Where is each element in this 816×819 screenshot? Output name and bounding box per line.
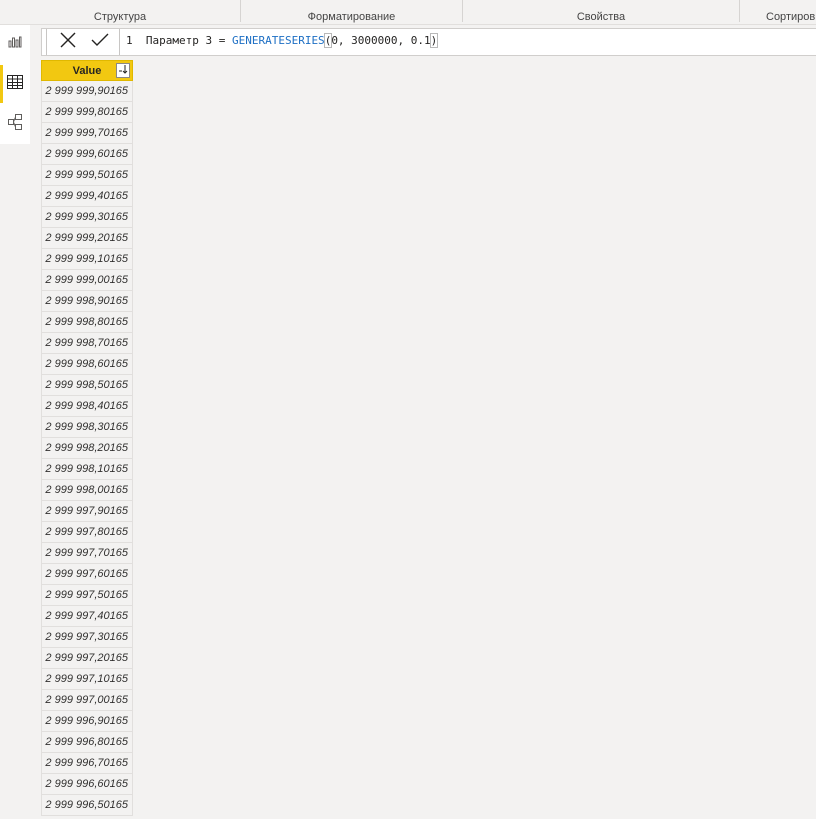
table-cell[interactable]: 2 999 996,70165 [41,753,133,774]
table-cell[interactable]: 2 999 998,90165 [41,291,133,312]
close-icon [60,32,76,53]
table-cell[interactable]: 2 999 998,50165 [41,375,133,396]
formula-prefix: Параметр 3 = [145,34,232,47]
sidebar-item-data[interactable] [0,65,30,103]
ribbon-group-properties: Свойства [576,11,626,23]
table-cell[interactable]: 2 999 996,80165 [41,732,133,753]
formula-input[interactable]: 1 Параметр 3 = GENERATESERIES(0, 3000000… [126,33,439,48]
cancel-button[interactable] [55,31,81,53]
table-cell[interactable]: 2 999 999,00165 [41,270,133,291]
table-cell[interactable]: 2 999 999,20165 [41,228,133,249]
table-cell[interactable]: 2 999 998,30165 [41,417,133,438]
table-cell[interactable]: 2 999 999,50165 [41,165,133,186]
table-cell[interactable]: 2 999 998,10165 [41,459,133,480]
table-cell[interactable]: 2 999 997,80165 [41,522,133,543]
table-cell[interactable]: 2 999 999,70165 [41,123,133,144]
table-cell[interactable]: 2 999 998,40165 [41,396,133,417]
table-cell[interactable]: 2 999 999,80165 [41,102,133,123]
model-view-icon [7,113,23,135]
table-cell[interactable]: 2 999 999,10165 [41,249,133,270]
ribbon-group-structure: Структура [93,11,147,23]
table-cell[interactable]: 2 999 999,40165 [41,186,133,207]
checkmark-icon [91,33,109,52]
table-cell[interactable]: 2 999 998,70165 [41,333,133,354]
formula-args: 0, 3000000, 0.1 [331,34,431,47]
formula-line-number: 1 [126,34,133,47]
table-cell[interactable]: 2 999 997,30165 [41,627,133,648]
table-cell[interactable]: 2 999 999,30165 [41,207,133,228]
column-sort-button[interactable] [116,63,130,78]
column-header-label: Value [72,64,102,77]
table-cell[interactable]: 2 999 996,60165 [41,774,133,795]
table-cell[interactable]: 2 999 999,60165 [41,144,133,165]
table-cell[interactable]: 2 999 998,60165 [41,354,133,375]
sort-descending-icon [118,64,128,77]
table-cell[interactable]: 2 999 997,60165 [41,564,133,585]
table-cell[interactable]: 2 999 997,10165 [41,669,133,690]
table-cell[interactable]: 2 999 997,20165 [41,648,133,669]
grid-rows: 2 999 999,90165 2 999 999,80165 2 999 999,… [41,81,133,816]
sidebar-item-model[interactable] [0,105,30,143]
column-header-value[interactable]: Value [41,60,133,81]
formula-buttons [46,29,120,55]
table-cell[interactable]: 2 999 996,50165 [41,795,133,816]
table-cell[interactable]: 2 999 998,20165 [41,438,133,459]
data-grid: Value 2 999 999,90165 2 999 999,80165 2 99… [41,60,133,816]
table-cell[interactable]: 2 999 998,80165 [41,312,133,333]
formula-bar[interactable]: 1 Параметр 3 = GENERATESERIES(0, 3000000… [41,28,816,56]
data-view-icon [7,74,23,94]
table-cell[interactable]: 2 999 997,40165 [41,606,133,627]
sidebar-item-report[interactable] [0,25,30,63]
table-cell[interactable]: 2 999 997,90165 [41,501,133,522]
table-cell[interactable]: 2 999 996,90165 [41,711,133,732]
ribbon-group-sort: Сортировка [766,11,816,23]
commit-button[interactable] [87,31,113,53]
formula-function: GENERATESERIES [231,34,325,47]
table-cell[interactable]: 2 999 997,70165 [41,543,133,564]
ribbon: Структура Форматирование Свойства Сортир… [0,0,816,25]
table-cell[interactable]: 2 999 997,50165 [41,585,133,606]
ribbon-group-formatting: Форматирование [307,11,396,23]
formula-close-paren: ) [429,33,439,48]
table-cell[interactable]: 2 999 999,90165 [41,81,133,102]
table-cell[interactable]: 2 999 998,00165 [41,480,133,501]
report-view-icon [8,35,22,53]
view-sidebar [0,25,30,144]
table-cell[interactable]: 2 999 997,00165 [41,690,133,711]
